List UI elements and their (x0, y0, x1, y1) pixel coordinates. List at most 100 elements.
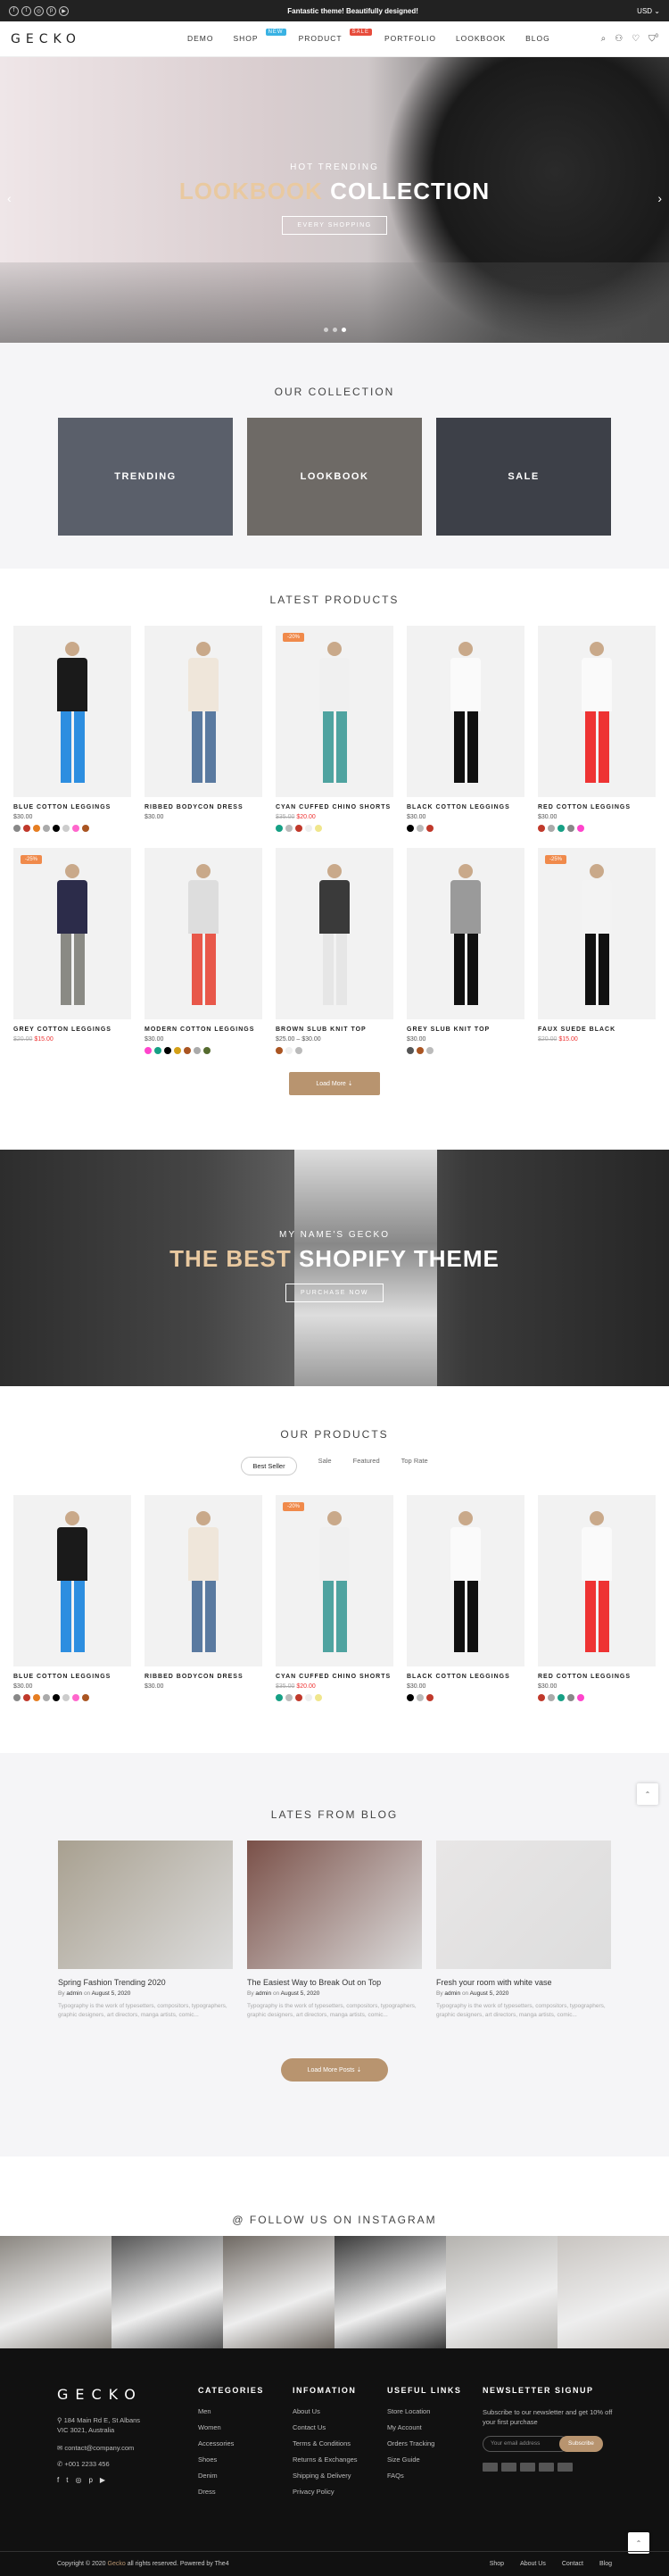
color-swatch[interactable] (305, 825, 312, 832)
youtube-icon[interactable]: ▶ (59, 5, 69, 16)
blog-post[interactable]: The Easiest Way to Break Out on Top By ad… (247, 1841, 422, 2021)
product-name[interactable]: RIBBED BODYCON DRESS (145, 804, 262, 810)
nav-item-portfolio[interactable]: PORTFOLIO (384, 34, 436, 43)
color-swatch[interactable] (538, 825, 545, 832)
nav-item-blog[interactable]: BLOG (525, 34, 550, 43)
collection-lookbook[interactable]: LOOKBOOK (247, 418, 422, 536)
nav-item-demo[interactable]: DEMO (187, 34, 214, 43)
color-swatch[interactable] (285, 825, 293, 832)
color-swatch[interactable] (13, 825, 21, 832)
nav-item-product[interactable]: PRODUCTSALE (299, 29, 372, 43)
color-swatch[interactable] (203, 1047, 211, 1054)
scroll-up-icon[interactable]: ⌃ (637, 1783, 658, 1805)
subscribe-button[interactable]: Subscribe (559, 2435, 603, 2452)
product-name[interactable]: FAUX SUEDE BLACK (538, 1026, 656, 1033)
slider-dot[interactable] (332, 328, 337, 332)
product-name[interactable]: CYAN CUFFED CHINO SHORTS (276, 1674, 393, 1680)
color-swatch[interactable] (276, 1047, 283, 1054)
product-image[interactable] (145, 848, 262, 1019)
instagram-image[interactable] (223, 2236, 334, 2348)
slider-dot[interactable] (341, 328, 346, 332)
blog-image[interactable] (247, 1841, 422, 1969)
product-name[interactable]: RIBBED BODYCON DRESS (145, 1674, 262, 1680)
product-image[interactable]: -25% (538, 848, 656, 1019)
color-swatch[interactable] (23, 825, 30, 832)
product-card[interactable]: MODERN COTTON LEGGINGS $30.00 (145, 848, 262, 1054)
pinterest-icon[interactable]: p (88, 2476, 92, 2484)
product-name[interactable]: BLUE COTTON LEGGINGS (13, 1674, 131, 1680)
color-swatch[interactable] (407, 1694, 414, 1701)
product-image[interactable]: -20% (276, 626, 393, 797)
user-icon[interactable]: ⚇ (615, 34, 623, 44)
footer-link[interactable]: About Us (293, 2407, 358, 2415)
product-name[interactable]: BLACK COTTON LEGGINGS (407, 1674, 524, 1680)
instagram-image[interactable] (558, 2236, 669, 2348)
currency-selector[interactable]: USD ⌄ (637, 7, 660, 15)
color-swatch[interactable] (558, 825, 565, 832)
product-image[interactable] (538, 1495, 656, 1666)
color-swatch[interactable] (548, 825, 555, 832)
color-swatch[interactable] (295, 1694, 302, 1701)
blog-post-title[interactable]: Spring Fashion Trending 2020 (58, 1978, 233, 1987)
blog-post-title[interactable]: The Easiest Way to Break Out on Top (247, 1978, 422, 1987)
footer-link[interactable]: Returns & Exchanges (293, 2456, 358, 2464)
blog-post[interactable]: Spring Fashion Trending 2020 By admin on … (58, 1841, 233, 2021)
color-swatch[interactable] (145, 1047, 152, 1054)
color-swatch[interactable] (33, 825, 40, 832)
footer-bottom-link[interactable]: Shop (490, 2561, 504, 2567)
footer-bottom-link[interactable]: Contact (562, 2561, 583, 2567)
color-swatch[interactable] (285, 1047, 293, 1054)
facebook-icon[interactable]: f (9, 5, 19, 16)
color-swatch[interactable] (426, 825, 434, 832)
blog-post-title[interactable]: Fresh your room with white vase (436, 1978, 611, 1987)
product-name[interactable]: BROWN SLUB KNIT TOP (276, 1026, 393, 1033)
pinterest-icon[interactable]: p (46, 5, 56, 16)
footer-link[interactable]: Privacy Policy (293, 2488, 358, 2496)
color-swatch[interactable] (72, 1694, 79, 1701)
color-swatch[interactable] (154, 1047, 161, 1054)
footer-link[interactable]: Orders Tracking (387, 2439, 461, 2447)
product-image[interactable] (407, 1495, 524, 1666)
color-swatch[interactable] (13, 1694, 21, 1701)
color-swatch[interactable] (184, 1047, 191, 1054)
instagram-image[interactable] (0, 2236, 112, 2348)
footer-link[interactable]: Accessories (198, 2439, 264, 2447)
blog-image[interactable] (58, 1841, 233, 1969)
blog-image[interactable] (436, 1841, 611, 1969)
footer-link[interactable]: Shipping & Delivery (293, 2472, 358, 2480)
color-swatch[interactable] (53, 1694, 60, 1701)
color-swatch[interactable] (62, 1694, 70, 1701)
color-swatch[interactable] (548, 1694, 555, 1701)
logo[interactable]: GECKO (11, 32, 81, 46)
color-swatch[interactable] (577, 825, 584, 832)
footer-link[interactable]: Terms & Conditions (293, 2439, 358, 2447)
color-swatch[interactable] (567, 1694, 574, 1701)
product-card[interactable]: BLACK COTTON LEGGINGS $30.00 (407, 626, 524, 832)
tab-best-seller[interactable]: Best Seller (241, 1457, 297, 1475)
product-card[interactable]: BROWN SLUB KNIT TOP $25.00 – $30.00 (276, 848, 393, 1054)
product-image[interactable] (13, 626, 131, 797)
color-swatch[interactable] (407, 825, 414, 832)
product-name[interactable]: GREY COTTON LEGGINGS (13, 1026, 131, 1033)
instagram-icon[interactable]: ◎ (34, 5, 44, 16)
footer-link[interactable]: Denim (198, 2472, 264, 2480)
footer-link[interactable]: Size Guide (387, 2456, 461, 2464)
instagram-image[interactable] (446, 2236, 558, 2348)
collection-trending[interactable]: TRENDING (58, 418, 233, 536)
color-swatch[interactable] (43, 825, 50, 832)
color-swatch[interactable] (23, 1694, 30, 1701)
color-swatch[interactable] (315, 825, 322, 832)
nav-item-shop[interactable]: SHOPNEW (234, 29, 286, 43)
product-image[interactable] (407, 626, 524, 797)
product-card[interactable]: GREY SLUB KNIT TOP $30.00 (407, 848, 524, 1054)
heart-icon[interactable]: ♡ (632, 34, 640, 44)
color-swatch[interactable] (315, 1694, 322, 1701)
color-swatch[interactable] (577, 1694, 584, 1701)
product-image[interactable] (13, 1495, 131, 1666)
product-image[interactable]: -20% (276, 1495, 393, 1666)
footer-email[interactable]: ✉ contact@company.com (57, 2444, 146, 2452)
color-swatch[interactable] (407, 1047, 414, 1054)
twitter-icon[interactable]: t (21, 5, 31, 16)
footer-link[interactable]: Women (198, 2423, 264, 2431)
product-image[interactable]: -25% (13, 848, 131, 1019)
